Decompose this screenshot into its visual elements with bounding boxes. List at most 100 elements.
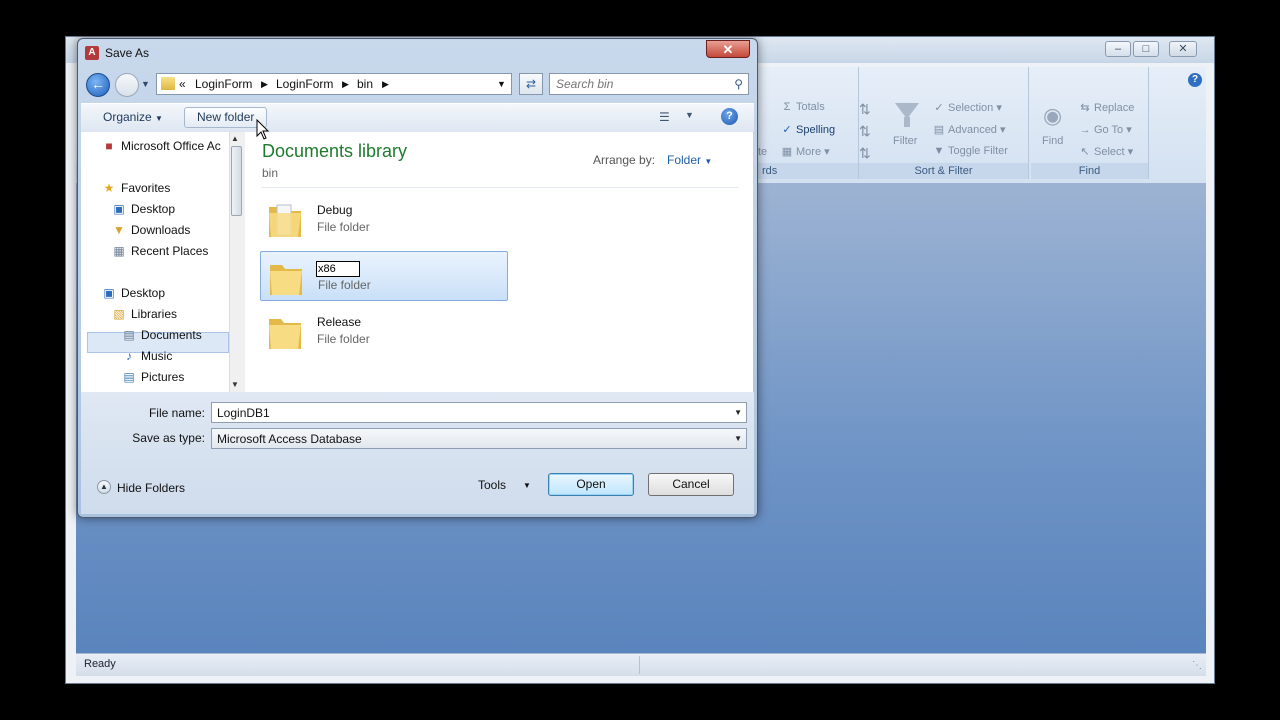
spelling-icon: ✓ xyxy=(782,124,792,136)
tools-button[interactable]: Tools xyxy=(478,478,506,492)
refresh-button[interactable]: ⇄ xyxy=(519,73,543,95)
app-close-button[interactable]: ✕ xyxy=(1169,41,1197,57)
folder-type: File folder xyxy=(317,220,370,234)
goto-icon: → xyxy=(1079,124,1091,136)
minimize-button[interactable]: – xyxy=(1105,41,1131,57)
folder-type: File folder xyxy=(317,332,370,346)
mouse-cursor-icon xyxy=(256,119,270,140)
navigation-pane: ■ Microsoft Office Ac ★ Favorites ▣ Desktop… xyxy=(81,132,245,392)
refresh-icon: ⇄ xyxy=(525,77,537,91)
divider xyxy=(262,187,738,188)
find-group-label: Find xyxy=(1031,163,1148,179)
status-text: Ready xyxy=(84,658,116,670)
view-options-icon[interactable]: ▼ xyxy=(685,110,694,120)
file-list-pane: Documents library bin Arrange by: Folder… xyxy=(245,132,753,392)
recent-locations-icon[interactable]: ▼ xyxy=(141,79,150,89)
downloads-icon: ▼ xyxy=(113,223,125,237)
arrange-by-dropdown[interactable]: Folder ▼ xyxy=(667,153,712,167)
save-as-type-label: Save as type: xyxy=(132,431,205,445)
scroll-down-icon[interactable]: ▼ xyxy=(231,380,239,389)
spelling-button[interactable]: ✓ Spelling xyxy=(781,123,835,136)
forward-button[interactable] xyxy=(115,73,139,97)
nav-item-microsoft-office-access[interactable]: ■ Microsoft Office Ac xyxy=(101,136,249,156)
find-group: ◉ Find ⇆ Replace → Go To ▾ ↖ Select ▾ Find xyxy=(1031,67,1149,179)
address-bar[interactable]: « LoginForm ▶ LoginForm ▶ bin ▶ ▼ xyxy=(156,73,512,95)
sigma-icon: Σ xyxy=(783,101,791,113)
scroll-up-icon[interactable]: ▲ xyxy=(231,134,239,143)
folder-icon xyxy=(161,77,175,90)
folder-item-release[interactable]: Release File folder xyxy=(260,306,508,356)
nav-scrollbar-thumb[interactable] xyxy=(231,146,242,216)
back-button[interactable]: ← xyxy=(86,73,110,97)
chevron-down-icon: ▼ xyxy=(155,114,163,123)
selection-button[interactable]: ✓ Selection ▾ xyxy=(933,101,1001,114)
selection-filter-icon: ✓ xyxy=(934,102,944,114)
find-button[interactable]: ◉ Find xyxy=(1037,101,1071,161)
save-as-dialog: A Save As ✕ ← ▼ « LoginForm ▶ LoginForm … xyxy=(77,38,758,518)
search-icon[interactable]: ⚲ xyxy=(734,77,743,91)
dialog-bottom-panel: File name: LoginDB1 ▼ Save as type: Micr… xyxy=(81,392,754,514)
breadcrumb-chevron-icon[interactable]: ▶ xyxy=(342,79,349,90)
totals-button[interactable]: Σ Totals xyxy=(781,101,825,113)
maximize-button[interactable]: □ xyxy=(1133,41,1159,57)
change-view-icon[interactable]: ☰ xyxy=(659,110,670,124)
chevron-down-icon[interactable]: ▼ xyxy=(523,481,531,490)
search-box[interactable]: ⚲ xyxy=(549,73,749,95)
folder-item-x86[interactable]: File folder xyxy=(260,251,508,301)
open-button[interactable]: Open xyxy=(548,473,634,496)
folder-rename-input[interactable] xyxy=(316,261,360,277)
libraries-icon: ▧ xyxy=(113,307,125,321)
find-label: Find xyxy=(1042,135,1064,147)
desktop-icon: ▣ xyxy=(103,286,115,300)
search-input[interactable] xyxy=(550,74,732,94)
help-icon[interactable]: ? xyxy=(1188,73,1202,87)
chevron-down-icon[interactable]: ▼ xyxy=(734,408,742,417)
toggle-filter-button[interactable]: ▼ Toggle Filter xyxy=(933,145,1008,157)
address-dropdown-icon[interactable]: ▼ xyxy=(497,79,506,89)
dialog-close-button[interactable]: ✕ xyxy=(706,40,750,58)
records-partial-item: te xyxy=(758,146,768,158)
sort-descending-icon[interactable]: ⇅ xyxy=(859,123,871,140)
new-folder-button[interactable]: New folder xyxy=(184,107,268,128)
more-button[interactable]: ▦ More ▾ xyxy=(781,145,830,158)
folder-icon xyxy=(269,204,301,237)
filter-button[interactable]: Filter xyxy=(889,101,925,161)
dialog-title: Save As xyxy=(105,46,150,60)
replace-button[interactable]: ⇆ Replace xyxy=(1079,101,1134,114)
goto-button[interactable]: → Go To ▾ xyxy=(1079,123,1132,136)
collapse-icon[interactable]: ▲ xyxy=(97,480,111,494)
nav-item-desktop[interactable]: ▣ Desktop xyxy=(101,283,249,303)
breadcrumb-chevron-icon[interactable]: ▶ xyxy=(261,79,268,90)
breadcrumb-loginform-2[interactable]: LoginForm xyxy=(276,77,333,91)
breadcrumb-loginform-1[interactable]: LoginForm xyxy=(195,77,252,91)
sort-filter-group: Σ Totals ✓ Spelling ▦ More ▾ ⇅ ⇅ ⇅ Filter ✓… xyxy=(782,67,1029,179)
dialog-toolbar: Organize ▼ New folder ☰ ▼ ? xyxy=(81,103,754,133)
file-name-field[interactable]: LoginDB1 ▼ xyxy=(211,402,747,423)
status-bar: Ready ⋱ xyxy=(76,653,1206,676)
chevron-down-icon: ▼ xyxy=(704,157,713,166)
folder-name: Release xyxy=(317,315,362,329)
help-icon[interactable]: ? xyxy=(721,108,738,125)
breadcrumb-chevron-icon[interactable]: ▶ xyxy=(382,79,389,90)
select-button[interactable]: ↖ Select ▾ xyxy=(1079,145,1133,158)
advanced-button[interactable]: ▤ Advanced ▾ xyxy=(933,123,1006,136)
toggle-filter-icon: ▼ xyxy=(933,145,945,157)
breadcrumb-overflow[interactable]: « xyxy=(179,77,186,91)
breadcrumb-bin[interactable]: bin xyxy=(357,77,373,91)
binoculars-icon: ◉ xyxy=(1043,103,1063,128)
save-as-type-value: Microsoft Access Database xyxy=(217,432,362,446)
filter-label: Filter xyxy=(893,135,918,147)
advanced-filter-icon: ▤ xyxy=(933,124,945,136)
sort-ascending-icon[interactable]: ⇅ xyxy=(859,101,871,118)
clear-sort-icon[interactable]: ⇅ xyxy=(859,145,871,162)
library-title: Documents library xyxy=(262,141,408,161)
organize-button[interactable]: Organize ▼ xyxy=(103,110,163,124)
save-as-type-select[interactable]: Microsoft Access Database ▼ xyxy=(211,428,747,449)
cancel-button[interactable]: Cancel xyxy=(648,473,734,496)
resize-grip-icon[interactable]: ⋱ xyxy=(1192,660,1202,671)
folder-item-debug[interactable]: Debug File folder xyxy=(260,194,508,244)
nav-item-favorites[interactable]: ★ Favorites xyxy=(101,178,249,198)
chevron-down-icon[interactable]: ▼ xyxy=(734,434,742,443)
more-icon: ▦ xyxy=(781,146,793,158)
hide-folders-button[interactable]: Hide Folders xyxy=(117,481,185,495)
